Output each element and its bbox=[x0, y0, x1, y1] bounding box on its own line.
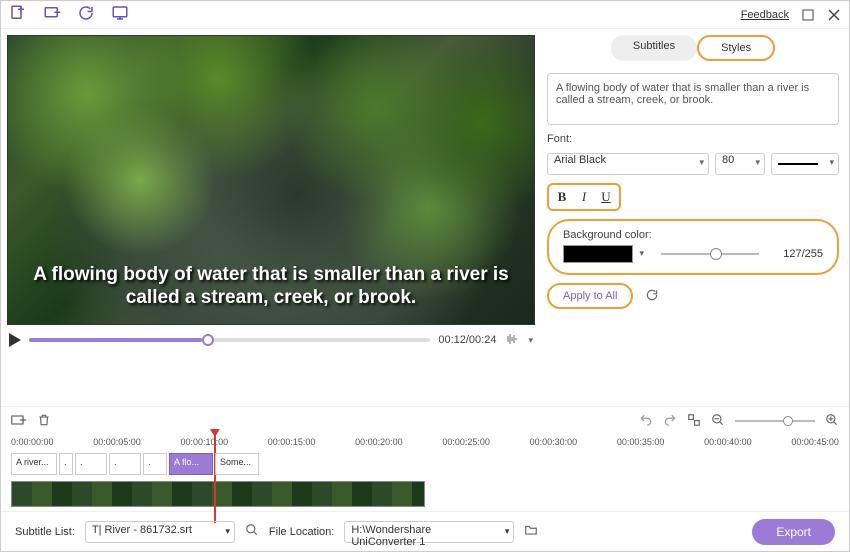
ruler-mark: 00:00:35:00 bbox=[617, 437, 665, 451]
feedback-link[interactable]: Feedback bbox=[741, 9, 789, 21]
subtitle-clip[interactable]: . bbox=[75, 453, 107, 475]
stroke-select[interactable] bbox=[771, 153, 839, 175]
ruler-mark: 00:00:45:00 bbox=[791, 437, 839, 451]
chevron-down-icon[interactable]: ▾ bbox=[528, 335, 533, 346]
subtitle-clip[interactable]: Some... bbox=[215, 453, 259, 475]
bg-color-label: Background color: bbox=[563, 229, 823, 241]
opacity-slider[interactable] bbox=[661, 253, 759, 255]
screen-icon[interactable] bbox=[111, 4, 129, 25]
zoom-out-icon[interactable] bbox=[711, 413, 725, 430]
file-location-label: File Location: bbox=[269, 526, 334, 538]
undo-icon[interactable] bbox=[639, 413, 653, 430]
apply-to-all-button[interactable]: Apply to All bbox=[547, 283, 633, 309]
close-button[interactable] bbox=[827, 8, 841, 22]
ruler-mark: 00:00:15:00 bbox=[268, 437, 316, 451]
export-button[interactable]: Export bbox=[752, 519, 835, 545]
video-preview[interactable]: A flowing body of water that is smaller … bbox=[7, 35, 535, 325]
subtitle-text-input[interactable]: A flowing body of water that is smaller … bbox=[547, 73, 839, 125]
italic-button[interactable]: I bbox=[573, 187, 595, 207]
subtitle-clip[interactable]: . bbox=[143, 453, 167, 475]
subtitle-clip[interactable]: . bbox=[109, 453, 141, 475]
bold-button[interactable]: B bbox=[551, 187, 573, 207]
subtitle-overlay: A flowing body of water that is smaller … bbox=[8, 263, 534, 311]
delete-icon[interactable] bbox=[37, 413, 51, 430]
opacity-value: 127/255 bbox=[783, 248, 823, 260]
ruler-mark: 00:00:40:00 bbox=[704, 437, 752, 451]
timeline-ruler[interactable]: 0:00:00:00 00:00:05:00 00:00:10:00 00:00:15… bbox=[11, 437, 839, 451]
subtitle-list-select[interactable]: T| River - 861732.srt bbox=[85, 521, 235, 543]
underline-button[interactable]: U bbox=[595, 187, 617, 207]
folder-icon[interactable] bbox=[524, 523, 538, 540]
play-button[interactable] bbox=[9, 333, 21, 347]
ruler-mark: 00:00:30:00 bbox=[530, 437, 578, 451]
subtitle-clip[interactable]: . bbox=[59, 453, 73, 475]
add-media-icon[interactable] bbox=[43, 4, 61, 25]
sync-icon[interactable] bbox=[77, 4, 95, 25]
file-location-select[interactable]: H:\Wondershare UniConverter 1 bbox=[344, 521, 514, 543]
audio-waveform-icon[interactable] bbox=[504, 332, 520, 349]
ruler-mark: 00:00:05:00 bbox=[93, 437, 141, 451]
add-file-icon[interactable] bbox=[9, 4, 27, 25]
ruler-mark: 00:00:10:00 bbox=[181, 437, 229, 451]
search-icon[interactable] bbox=[245, 523, 259, 540]
text-style-group: B I U bbox=[547, 183, 621, 211]
ruler-mark: 00:00:25:00 bbox=[442, 437, 490, 451]
tab-styles[interactable]: Styles bbox=[697, 35, 775, 61]
redo-icon[interactable] bbox=[663, 413, 677, 430]
subtitle-clip[interactable]: A river... bbox=[11, 453, 57, 475]
zoom-in-icon[interactable] bbox=[825, 413, 839, 430]
ruler-mark: 0:00:00:00 bbox=[11, 437, 54, 451]
bg-color-select[interactable] bbox=[563, 245, 633, 263]
ruler-mark: 00:00:20:00 bbox=[355, 437, 403, 451]
progress-bar[interactable] bbox=[29, 338, 430, 342]
font-select[interactable]: Arial Black bbox=[547, 153, 709, 175]
zoom-slider[interactable] bbox=[735, 420, 815, 422]
time-display: 00:12/00:24 bbox=[438, 334, 496, 346]
font-size-select[interactable]: 80 bbox=[715, 153, 765, 175]
subtitle-clip[interactable]: A flo... bbox=[169, 453, 213, 475]
video-track[interactable] bbox=[11, 481, 425, 507]
maximize-button[interactable] bbox=[801, 8, 815, 22]
snap-icon[interactable] bbox=[687, 413, 701, 430]
subtitle-track[interactable]: A river.......A flo...Some... bbox=[11, 453, 839, 475]
add-subtitle-icon[interactable] bbox=[11, 413, 27, 430]
refresh-icon[interactable] bbox=[645, 288, 659, 305]
subtitle-list-label: Subtitle List: bbox=[15, 526, 75, 538]
font-label: Font: bbox=[547, 133, 839, 145]
tab-subtitles[interactable]: Subtitles bbox=[611, 35, 697, 61]
